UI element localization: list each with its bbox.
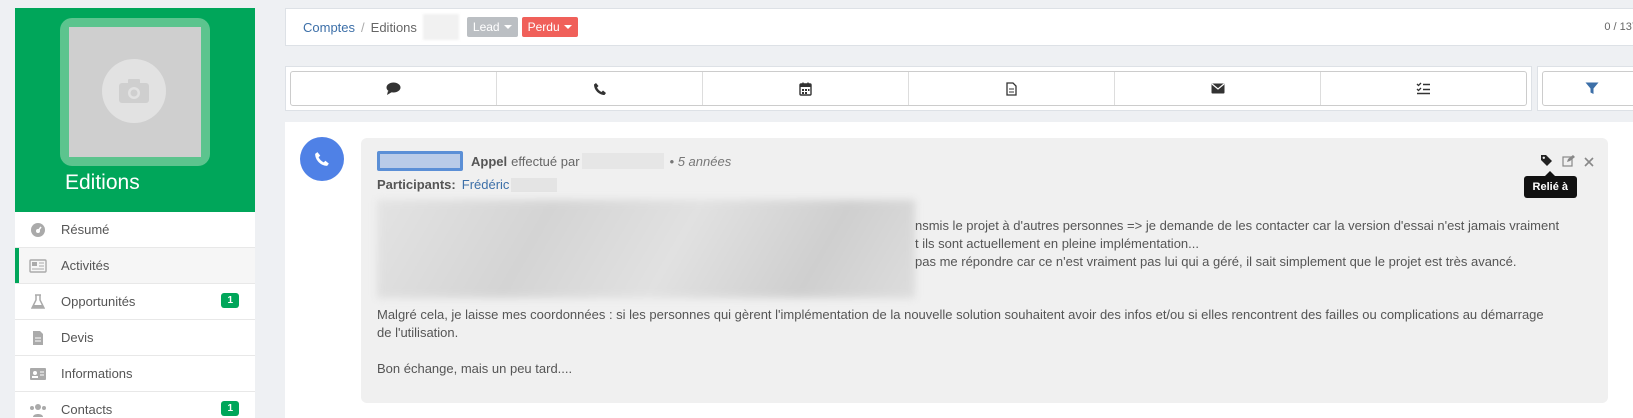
- sidebar-nav: Résumé Activités Opportunités 1 Devis In…: [15, 212, 255, 418]
- filter-button[interactable]: [1542, 71, 1633, 106]
- avatar[interactable]: [60, 18, 210, 166]
- activity-toolbar: [285, 66, 1532, 111]
- activity-time: • 5 années: [669, 153, 732, 169]
- id-card-icon: [28, 366, 48, 382]
- envelope-icon: [1211, 83, 1224, 94]
- caret-down-icon: [563, 25, 572, 29]
- profile-header: Editions: [15, 8, 255, 212]
- sidebar-item-resume[interactable]: Résumé: [15, 212, 255, 248]
- add-event-button[interactable]: [703, 72, 909, 105]
- camera-icon: [102, 59, 166, 123]
- edit-icon[interactable]: [1562, 154, 1575, 170]
- add-comment-button[interactable]: [291, 72, 497, 105]
- record-counter: 0 / 137: [1604, 21, 1633, 33]
- participants: Participants: Frédéric: [377, 177, 558, 192]
- activity-text-partial: nsmis le projet à d'autres personnes => …: [915, 218, 1560, 269]
- close-icon[interactable]: [1584, 155, 1594, 170]
- activity-type: Appel: [471, 153, 508, 169]
- add-note-button[interactable]: [909, 72, 1115, 105]
- calendar-icon: [799, 82, 812, 96]
- sidebar: Editions Résumé Activités Opportunités 1: [15, 8, 255, 418]
- participants-label: Participants:: [377, 177, 456, 192]
- call-type-badge: [300, 137, 344, 181]
- activity-timeline: Appel effectué par • 5 années Participan…: [285, 122, 1633, 418]
- redacted-content: [377, 200, 915, 298]
- breadcrumb: Comptes / Editions Lead Perdu 0 / 137: [285, 8, 1633, 46]
- activity-effected-by: effectué par: [511, 153, 580, 169]
- activity-card: Appel effectué par • 5 années Participan…: [361, 138, 1608, 403]
- add-task-button[interactable]: [1321, 72, 1526, 105]
- phone-icon: [593, 82, 606, 95]
- add-email-button[interactable]: [1115, 72, 1321, 105]
- flask-icon: [28, 293, 48, 310]
- breadcrumb-current: Editions: [370, 19, 417, 35]
- profile-name: Editions: [65, 171, 140, 194]
- breadcrumb-separator: /: [361, 19, 365, 35]
- redacted-user: [581, 153, 664, 169]
- redacted-author: [377, 151, 463, 171]
- sidebar-item-contacts[interactable]: Contacts 1: [15, 392, 255, 418]
- activity-actions: [1540, 154, 1594, 170]
- sidebar-item-opportunites[interactable]: Opportunités 1: [15, 284, 255, 320]
- activity-text-paragraph: Malgré cela, je laisse mes coordonnées :…: [377, 307, 1544, 340]
- sidebar-item-devis[interactable]: Devis: [15, 320, 255, 356]
- sidebar-item-label: Résumé: [61, 222, 110, 237]
- newspaper-icon: [28, 258, 48, 274]
- activity-header: Appel effectué par • 5 années: [377, 151, 731, 171]
- redacted-participant: [511, 177, 558, 192]
- activity-text-closing: Bon échange, mais un peu tard....: [377, 361, 573, 376]
- sidebar-item-label: Informations: [61, 366, 133, 381]
- tag-icon[interactable]: [1540, 154, 1553, 170]
- participant-link[interactable]: Frédéric: [462, 177, 510, 192]
- filter-toolbar: [1537, 66, 1633, 111]
- sidebar-item-informations[interactable]: Informations: [15, 356, 255, 392]
- sidebar-item-label: Opportunités: [61, 294, 136, 309]
- redacted-text: [422, 14, 459, 40]
- phone-icon: [315, 152, 329, 166]
- caret-down-icon: [503, 25, 512, 29]
- tooltip-relie: Relié à: [1523, 171, 1577, 198]
- dashboard-icon: [28, 222, 48, 238]
- sidebar-item-activites[interactable]: Activités: [15, 248, 255, 284]
- filter-icon: [1585, 82, 1599, 94]
- document-icon: [1006, 81, 1017, 96]
- users-icon: [28, 402, 48, 418]
- add-call-button[interactable]: [497, 72, 703, 105]
- sidebar-item-label: Activités: [61, 258, 110, 273]
- opportunities-count-badge: 1: [221, 293, 239, 308]
- sidebar-item-label: Contacts: [61, 402, 113, 417]
- comment-icon: [386, 82, 401, 95]
- perdu-status-dropdown[interactable]: Perdu: [521, 17, 578, 37]
- contacts-count-badge: 1: [221, 401, 239, 416]
- tasklist-icon: [1416, 82, 1430, 95]
- file-icon: [28, 330, 48, 346]
- breadcrumb-root-link[interactable]: Comptes: [303, 20, 355, 35]
- sidebar-item-label: Devis: [61, 330, 94, 345]
- lead-status-dropdown[interactable]: Lead: [466, 17, 518, 37]
